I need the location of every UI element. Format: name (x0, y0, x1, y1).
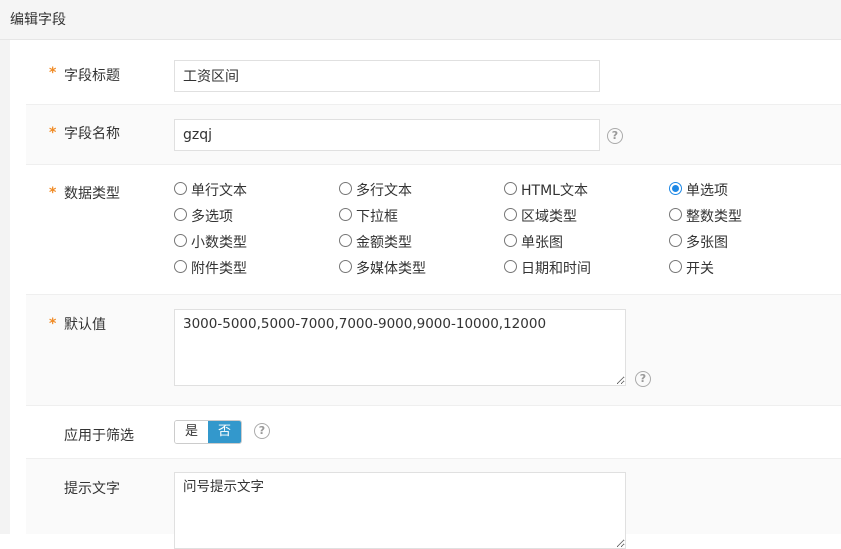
left-gutter (0, 40, 10, 534)
row-data-type: * 数据类型 单行文本 多行文本 HTML文本 单选项多选项 下拉框 区域类型 整数类型小数… (26, 165, 841, 295)
radio-circle[interactable] (669, 260, 682, 273)
radio-circle[interactable] (504, 260, 517, 273)
radio-label: 金额类型 (356, 235, 412, 251)
radio-circle[interactable] (174, 234, 187, 247)
apply-filter-label: 应用于筛选 (64, 428, 134, 444)
hint-text-textarea[interactable]: 问号提示文字 (174, 472, 626, 549)
default-value-label: 默认值 (64, 317, 106, 333)
radio-label: 开关 (686, 261, 714, 277)
radio-label: 附件类型 (191, 261, 247, 277)
radio-label: 多张图 (686, 235, 728, 251)
radio-circle[interactable] (339, 182, 352, 195)
default-value-textarea[interactable]: 3000-5000,5000-7000,7000-9000,9000-10000… (174, 309, 626, 386)
field-title-input[interactable] (174, 60, 600, 92)
radio-circle[interactable] (504, 182, 517, 195)
edit-field-form: * 字段标题 * 字段名称 ? * 数据类型 单行文本 多行文本 HTML文本 单选项… (26, 41, 841, 549)
data-type-label: 数据类型 (64, 186, 120, 202)
hint-text-label: 提示文字 (64, 481, 120, 497)
radio-circle[interactable] (669, 182, 682, 195)
radio-circle[interactable] (669, 234, 682, 247)
field-name-input[interactable] (174, 119, 600, 151)
radio-label: 整数类型 (686, 209, 742, 225)
field-name-label: 字段名称 (64, 126, 120, 142)
radio-circle[interactable] (339, 234, 352, 247)
required-mark: * (49, 185, 57, 201)
radio-circle[interactable] (174, 182, 187, 195)
radio-label: 单行文本 (191, 183, 247, 199)
radio-label: 多行文本 (356, 183, 412, 199)
radio-circle[interactable] (504, 234, 517, 247)
radio-label: 下拉框 (356, 209, 398, 225)
radio-circle[interactable] (339, 208, 352, 221)
radio-label: 日期和时间 (521, 261, 591, 277)
radio-label: 多媒体类型 (356, 261, 426, 277)
field-title-label: 字段标题 (64, 68, 120, 84)
dialog-header: 编辑字段 (0, 0, 841, 40)
radio-label: 单选项 (686, 183, 728, 199)
toggle-no-button[interactable]: 否 (208, 421, 241, 443)
radio-label: 区域类型 (521, 209, 577, 225)
row-default-value: * 默认值 3000-5000,5000-7000,7000-9000,9000… (26, 295, 841, 406)
row-field-title: * 字段标题 (26, 41, 841, 105)
radio-circle[interactable] (174, 208, 187, 221)
radio-label: 单张图 (521, 235, 563, 251)
radio-circle[interactable] (504, 208, 517, 221)
radio-label: 小数类型 (191, 235, 247, 251)
required-mark: * (49, 316, 57, 332)
dialog-title: 编辑字段 (10, 12, 66, 28)
apply-filter-toggle: 是 否 (174, 420, 242, 444)
required-mark: * (49, 125, 57, 141)
toggle-yes-button[interactable]: 是 (175, 421, 208, 443)
question-circle-icon[interactable]: ? (635, 371, 651, 387)
required-mark: * (49, 65, 57, 81)
question-circle-icon[interactable]: ? (607, 128, 623, 144)
question-circle-icon[interactable]: ? (254, 423, 270, 439)
radio-label: HTML文本 (521, 183, 588, 199)
row-apply-filter: 应用于筛选 是 否 ? (26, 406, 841, 459)
radio-circle[interactable] (339, 260, 352, 273)
radio-circle[interactable] (174, 260, 187, 273)
row-hint-text: 提示文字 问号提示文字 (26, 459, 841, 549)
radio-label: 多选项 (191, 209, 233, 225)
row-field-name: * 字段名称 ? (26, 105, 841, 165)
radio-circle[interactable] (669, 208, 682, 221)
